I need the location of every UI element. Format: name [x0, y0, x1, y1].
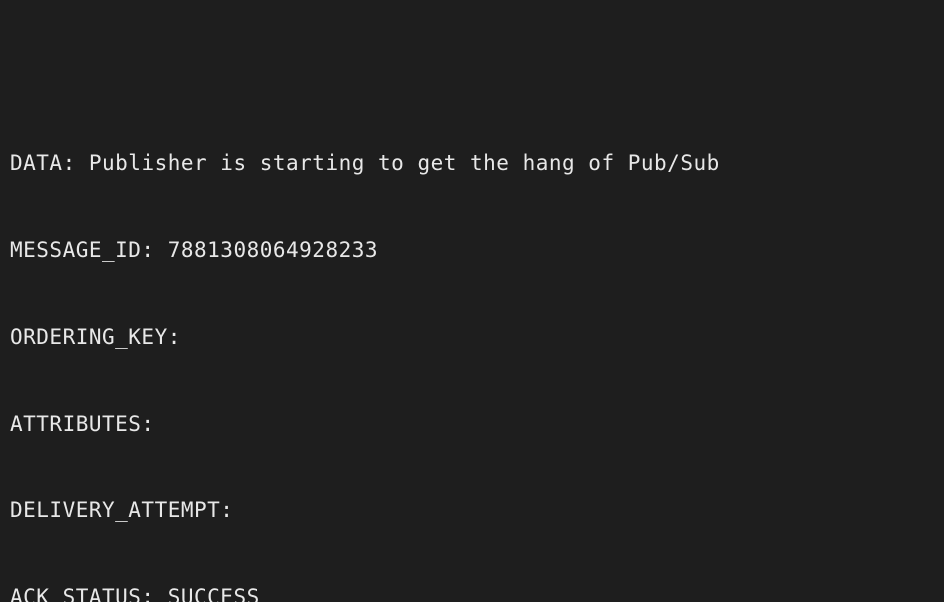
field-label: ACK_STATUS:	[10, 585, 155, 602]
attributes-row: ATTRIBUTES:	[10, 410, 934, 439]
field-label: ATTRIBUTES:	[10, 412, 155, 436]
ordering-key-row: ORDERING_KEY:	[10, 323, 934, 352]
data-value: Publisher is starting to get the hang of…	[89, 151, 720, 175]
terminal-output[interactable]: DATA: Publisher is starting to get the h…	[0, 0, 944, 602]
message-id-row: MESSAGE_ID: 7881308064928233	[10, 236, 934, 265]
ack-status-row: ACK_STATUS: SUCCESS	[10, 583, 934, 602]
message-id-value: 7881308064928233	[168, 238, 378, 262]
message-block: DATA: Publisher is starting to get the h…	[10, 91, 934, 602]
field-label: DATA:	[10, 151, 76, 175]
data-row: DATA: Publisher is starting to get the h…	[10, 149, 934, 178]
field-label: MESSAGE_ID:	[10, 238, 155, 262]
field-label: DELIVERY_ATTEMPT:	[10, 498, 233, 522]
field-label: ORDERING_KEY:	[10, 325, 181, 349]
ack-status-value: SUCCESS	[168, 585, 260, 602]
delivery-attempt-row: DELIVERY_ATTEMPT:	[10, 496, 934, 525]
